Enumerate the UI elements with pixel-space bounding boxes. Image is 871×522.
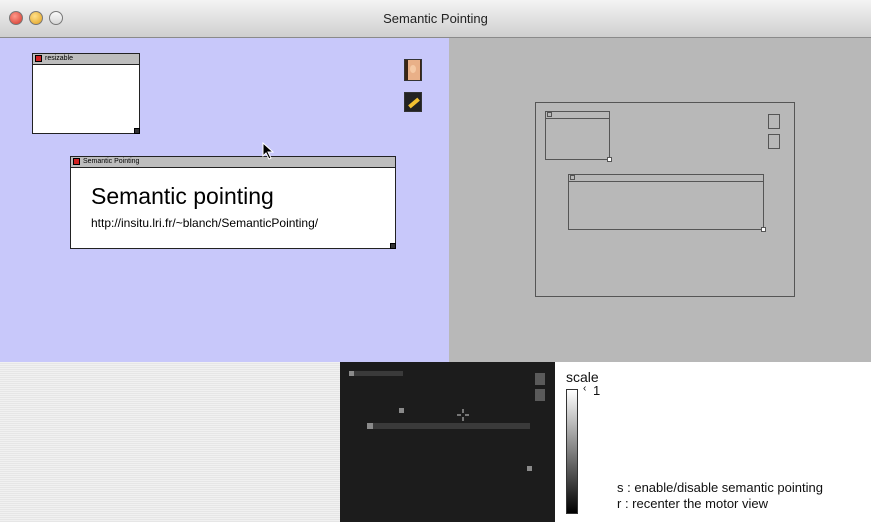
semantic-pointing-url[interactable]: http://insitu.lri.fr/~blanch/SemanticPoi… (91, 216, 318, 230)
motor-resizable-grip (399, 408, 404, 413)
magic-wand-icon[interactable] (404, 92, 422, 112)
portrait-icon[interactable] (404, 59, 422, 81)
motor-semantic-bar (367, 423, 530, 429)
portrait-face (410, 65, 416, 73)
empty-pane (0, 362, 340, 522)
semantic-pointing-close-box[interactable] (73, 158, 80, 165)
semantic-pointing-title: Semantic Pointing (83, 158, 140, 165)
scale-gradient-bar (566, 389, 578, 514)
overview-wand-icon (768, 134, 780, 149)
motor-wand-icon (535, 389, 545, 401)
semantic-pointing-heading: Semantic pointing (91, 183, 274, 209)
overview-resizable-title-line (545, 118, 610, 119)
scale-value: 1 (593, 383, 601, 398)
motor-portrait-icon (535, 373, 545, 385)
wand-stick (408, 97, 420, 109)
overview-semantic-title-line (568, 181, 764, 182)
pointer-cursor-icon (262, 142, 275, 160)
crosshair-icon (457, 409, 469, 421)
resizable-resize-grip[interactable] (134, 128, 140, 134)
overview-portrait-icon (768, 114, 780, 129)
semantic-pointing-title-bar[interactable]: Semantic Pointing (71, 157, 395, 168)
help-line-r: r : recenter the motor view (617, 496, 768, 511)
semantic-pointing-resize-grip[interactable] (390, 243, 396, 249)
overview-semantic-grip (761, 227, 766, 232)
overview-resizable-close (547, 112, 552, 117)
resizable-window[interactable]: resizable (32, 53, 140, 134)
motor-semantic-close (367, 423, 373, 429)
overview-semantic-window (568, 174, 764, 230)
overview-resizable-grip (607, 157, 612, 162)
motor-space-pane[interactable] (340, 362, 555, 522)
scale-marker-icon: ‹ (583, 383, 587, 394)
overview-semantic-close (570, 175, 575, 180)
help-line-s: s : enable/disable semantic pointing (617, 480, 823, 495)
semantic-pointing-window[interactable]: Semantic Pointing Semantic pointing http… (70, 156, 396, 249)
motor-resizable-close (349, 371, 354, 376)
resizable-title: resizable (45, 55, 74, 62)
motor-semantic-grip (527, 466, 532, 471)
motor-resizable-bar (349, 371, 403, 376)
resizable-close-box[interactable] (35, 55, 42, 62)
resizable-title-bar[interactable]: resizable (33, 54, 139, 65)
window-title: Semantic Pointing (383, 11, 488, 26)
